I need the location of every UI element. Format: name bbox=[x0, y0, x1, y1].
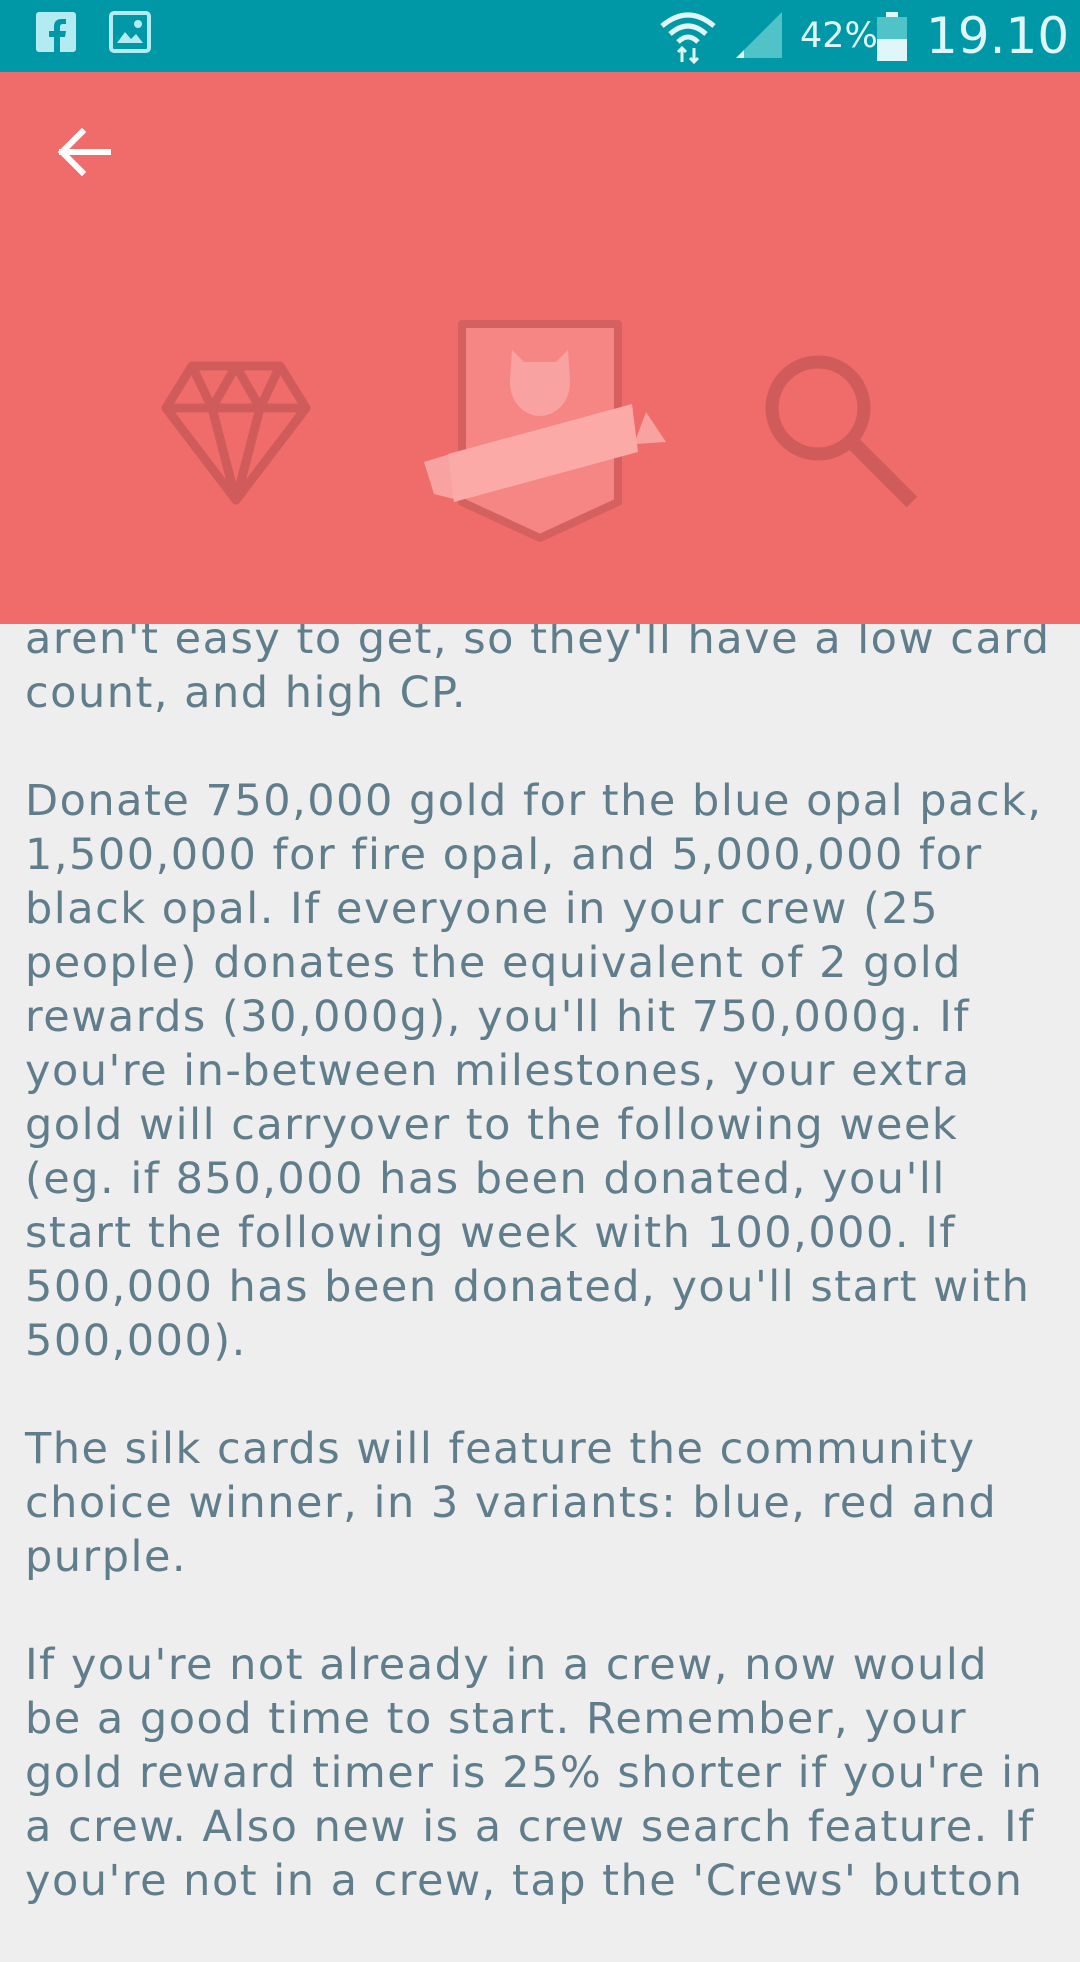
back-arrow-icon bbox=[57, 127, 111, 177]
status-bar: 42% 19.10 bbox=[0, 0, 1080, 72]
article-paragraph: aren't easy to get, so they'll have a lo… bbox=[25, 614, 1051, 718]
battery-percent: 42% bbox=[800, 16, 878, 56]
crew-badge-icon bbox=[424, 320, 666, 542]
article-paragraph: The silk cards will feature the communit… bbox=[25, 1424, 998, 1582]
battery-icon bbox=[877, 12, 907, 61]
wifi-icon bbox=[660, 12, 716, 64]
back-button[interactable] bbox=[46, 114, 122, 190]
facebook-icon bbox=[36, 12, 76, 52]
article-header bbox=[0, 72, 1080, 624]
signal-icon bbox=[736, 12, 782, 58]
article-body: aren't easy to get, so they'll have a lo… bbox=[25, 612, 1065, 1962]
article-paragraph: Donate 750,000 gold for the blue opal pa… bbox=[25, 776, 1043, 1366]
search-icon bbox=[765, 355, 918, 508]
clock: 19.10 bbox=[926, 7, 1070, 65]
article-paragraph: If you're not already in a crew, now wou… bbox=[25, 1640, 1044, 1906]
diamond-icon bbox=[161, 361, 311, 505]
image-icon bbox=[109, 11, 151, 53]
